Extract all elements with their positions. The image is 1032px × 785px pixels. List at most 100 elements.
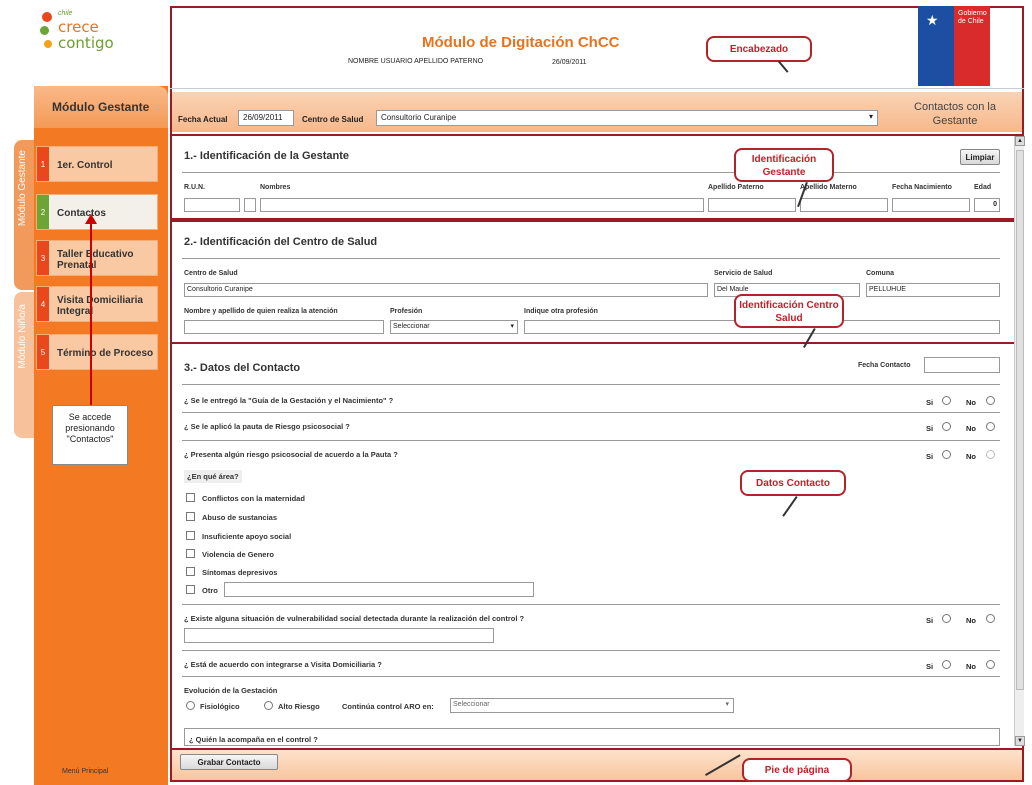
alto-riesgo-label: Alto Riesgo (278, 702, 320, 711)
q2-si-radio[interactable] (942, 422, 951, 431)
apellido-paterno-input[interactable] (708, 198, 796, 212)
centro-salud-select[interactable]: Consultorio Curanipe ▾ (376, 110, 878, 126)
sidebar-item-contactos[interactable]: 2 Contactos (36, 194, 158, 230)
sidebar-item-label: Término de Proceso (57, 348, 154, 359)
scroll-thumb[interactable] (1016, 150, 1024, 690)
q2-no-radio[interactable] (986, 422, 995, 431)
tab-modulo-nino[interactable]: Módulo Niño/a (14, 292, 34, 438)
q4-no-radio[interactable] (986, 614, 995, 623)
acompana-box[interactable]: ¿ Quién la acompaña en el control ? (184, 728, 1000, 746)
sidebar-item-label: Visita Domiciliaria Integral (57, 295, 143, 317)
otra-profesion-label: Indique otra profesión (524, 308, 598, 315)
si-label: Si (926, 452, 934, 461)
no-label: No (966, 424, 976, 433)
logo-text-chile: chile (58, 10, 73, 17)
logo-text-contigo: contigo (58, 34, 114, 52)
header-date: 26/09/2011 (552, 59, 587, 66)
q5-no-radio[interactable] (986, 660, 995, 669)
nombre-atencion-label: Nombre y apellido de quien realiza la at… (184, 308, 338, 315)
fisiologico-label: Fisiológico (200, 702, 240, 711)
divider (182, 384, 1000, 385)
alto-riesgo-radio[interactable] (264, 701, 273, 710)
sidebar-item-visita-domiciliaria[interactable]: 4 Visita Domiciliaria Integral (36, 286, 158, 322)
q4-si-radio[interactable] (942, 614, 951, 623)
checkbox-conflictos-label: Conflictos con la maternidad (202, 494, 305, 503)
gobierno-de-chile-logo: ★ Gobierno de Chile (918, 6, 990, 86)
sidebar-item-taller-educativo[interactable]: 3 Taller Educativo Prenatal (36, 240, 158, 276)
divider (182, 412, 1000, 413)
callout-pie-pagina: Pie de página (742, 758, 852, 782)
checkbox-conflictos[interactable] (186, 493, 195, 502)
checkbox-sintomas[interactable] (186, 567, 195, 576)
coat-of-arms-icon: ★ (926, 12, 939, 28)
no-label: No (966, 398, 976, 407)
logo-dot-green (40, 26, 49, 35)
scroll-up-icon[interactable]: ▲ (1015, 136, 1025, 146)
si-label: Si (926, 616, 934, 625)
q1-si-radio[interactable] (942, 396, 951, 405)
sidebar-callout-text: Se accede presionando "Contactos" (65, 412, 115, 444)
profesion-select[interactable]: Seleccionar ▾ (390, 320, 518, 334)
centro-salud-label: Centro de Salud (302, 115, 364, 124)
checkbox-apoyo[interactable] (186, 531, 195, 540)
question-acompana: ¿ Quién la acompaña en el control ? (189, 735, 318, 744)
question-pauta-riesgo: ¿ Se le aplicó la pauta de Riesgo psicos… (184, 422, 350, 431)
fecha-contacto-label: Fecha Contacto (858, 362, 911, 369)
tab-modulo-nino-label: Módulo Niño/a (17, 304, 28, 369)
servicio-salud-label: Servicio de Salud (714, 270, 773, 277)
q3-si-radio[interactable] (942, 450, 951, 459)
arrow-up-icon (85, 214, 97, 405)
divider (182, 172, 1000, 173)
continua-control-select[interactable]: Seleccionar ▾ (450, 698, 734, 713)
grabar-contacto-button[interactable]: Grabar Contacto (180, 754, 278, 770)
scroll-down-icon[interactable]: ▼ (1015, 736, 1025, 746)
comuna-label: Comuna (866, 270, 894, 277)
fecha-actual-input[interactable]: 26/09/2011 (238, 110, 294, 126)
run-input[interactable] (184, 198, 240, 212)
sidebar-callout: Se accede presionando "Contactos" (52, 405, 128, 465)
sidebar-item-number: 2 (37, 195, 49, 229)
checkbox-otro-label: Otro (202, 586, 218, 595)
checkbox-abuso[interactable] (186, 512, 195, 521)
nombres-input[interactable] (260, 198, 704, 212)
page-title: Módulo de Digitación ChCC (422, 34, 620, 51)
fecha-actual-label: Fecha Actual (178, 115, 228, 124)
run-dv-input[interactable] (244, 198, 256, 212)
sidebar-item-1er-control[interactable]: 1 1er. Control (36, 146, 158, 182)
fecha-contacto-input[interactable] (924, 357, 1000, 373)
question-vulnerabilidad: ¿ Existe alguna situación de vulnerabili… (184, 614, 525, 623)
menu-principal-link[interactable]: Menú Principal (62, 768, 108, 775)
gov-text: Gobierno de Chile (958, 10, 987, 25)
vulnerabilidad-input[interactable] (184, 628, 494, 643)
q3-no-radio[interactable] (986, 450, 995, 459)
checkbox-otro[interactable] (186, 585, 195, 594)
tab-modulo-gestante[interactable]: Módulo Gestante (14, 140, 34, 290)
logo-dot-yellow (44, 40, 52, 48)
divider (182, 258, 1000, 259)
checkbox-apoyo-label: Insuficiente apoyo social (202, 532, 292, 541)
q5-si-radio[interactable] (942, 660, 951, 669)
callout-datos-contacto: Datos Contacto (740, 470, 846, 496)
centro-salud-field: Consultorio Curanipe (184, 283, 708, 297)
fecha-nacimiento-input[interactable] (892, 198, 970, 212)
section1-title: 1.- Identificación de la Gestante (184, 150, 350, 162)
page: chile crece contigo Módulo Gestante Módu… (0, 0, 1032, 785)
footer: Grabar Contacto (172, 748, 1022, 780)
apellido-paterno-label: Apellido Paterno (708, 184, 764, 191)
apellido-materno-input[interactable] (800, 198, 888, 212)
fisiologico-radio[interactable] (186, 701, 195, 710)
chevron-down-icon: ▾ (725, 701, 729, 708)
no-label: No (966, 452, 976, 461)
otro-input[interactable] (224, 582, 534, 597)
edad-input[interactable]: 0 (974, 198, 1000, 212)
sidebar-title: Módulo Gestante (52, 100, 150, 114)
divider (182, 604, 1000, 605)
limpiar-button[interactable]: Limpiar (960, 149, 1000, 165)
scrollbar[interactable]: ▲ ▼ (1014, 136, 1025, 746)
q1-no-radio[interactable] (986, 396, 995, 405)
sidebar-item-number: 4 (37, 287, 49, 321)
checkbox-violencia[interactable] (186, 549, 195, 558)
divider (182, 650, 1000, 651)
sidebar-item-termino-proceso[interactable]: 5 Término de Proceso (36, 334, 158, 370)
nombre-atencion-input[interactable] (184, 320, 384, 334)
